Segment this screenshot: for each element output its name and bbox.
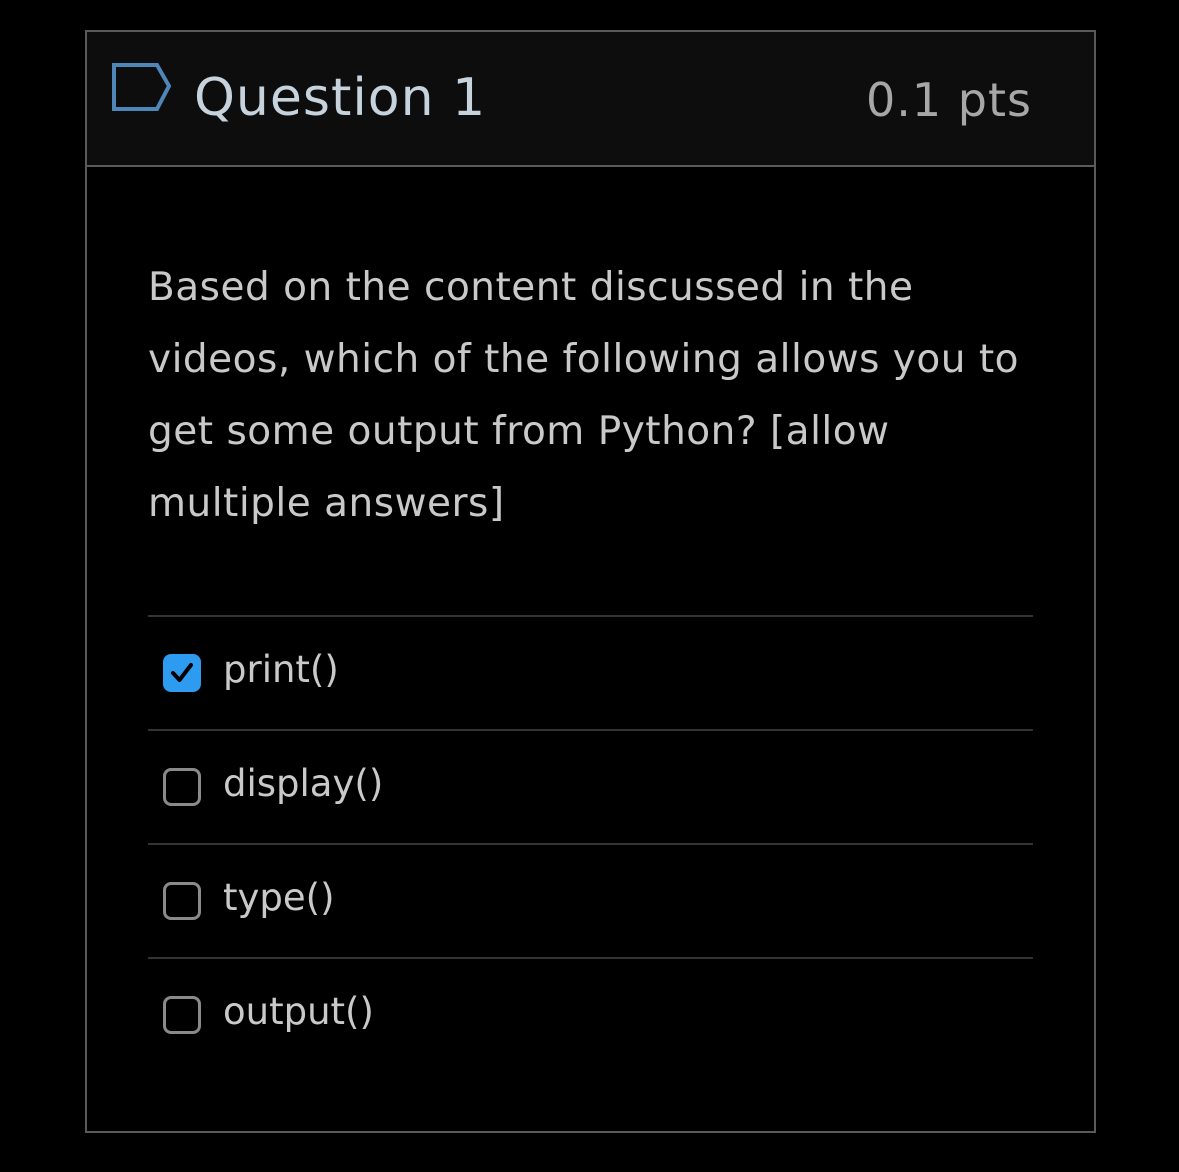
flag-question-icon[interactable]: [111, 62, 173, 112]
answer-option-type[interactable]: type(): [148, 843, 1033, 957]
question-text: Based on the content discussed in the vi…: [148, 265, 1020, 526]
answer-label: display(): [223, 762, 384, 805]
answer-label: type(): [223, 876, 335, 919]
answer-label: output(): [223, 990, 374, 1033]
checkbox-unchecked-icon[interactable]: [163, 996, 201, 1034]
question-card: Question 1 0.1 pts Based on the content …: [85, 30, 1096, 1133]
question-title: Question 1: [194, 68, 487, 128]
answer-option-print[interactable]: print(): [148, 615, 1033, 729]
question-header: Question 1 0.1 pts: [87, 32, 1094, 167]
question-points: 0.1 pts: [866, 73, 1032, 127]
answers-list: print() display() type() output(): [148, 615, 1033, 1071]
checkbox-unchecked-icon[interactable]: [163, 882, 201, 920]
answer-label: print(): [223, 648, 339, 691]
checkbox-unchecked-icon[interactable]: [163, 768, 201, 806]
checkbox-checked-icon[interactable]: [163, 654, 201, 692]
answer-option-display[interactable]: display(): [148, 729, 1033, 843]
answer-option-output[interactable]: output(): [148, 957, 1033, 1071]
